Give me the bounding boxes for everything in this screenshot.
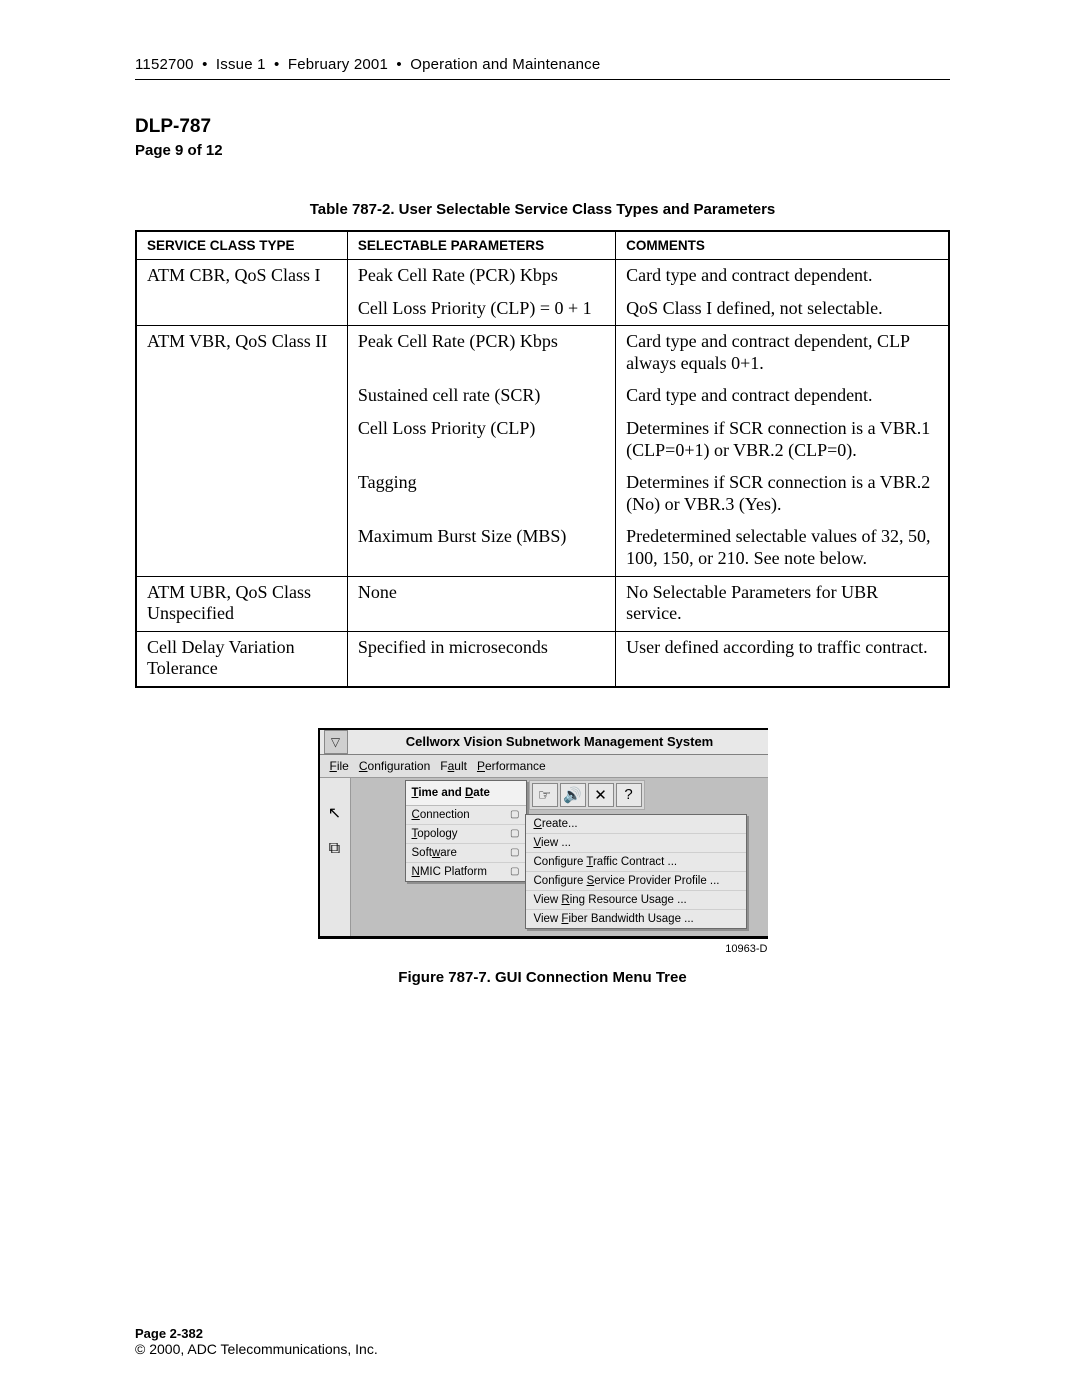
cell: Determines if SCR connection is a VBR.1 … bbox=[616, 413, 949, 467]
cell: Maximum Burst Size (MBS) bbox=[347, 521, 615, 576]
menu-file[interactable]: File bbox=[330, 759, 349, 773]
menubar: File Configuration Fault Performance bbox=[320, 755, 768, 778]
submenu-item-view[interactable]: View ... bbox=[526, 834, 746, 853]
menu-item-software[interactable]: Software ▢ bbox=[406, 844, 526, 863]
cell: Specified in microseconds bbox=[347, 631, 615, 687]
cell: Cell Delay Variation Tolerance bbox=[136, 631, 347, 687]
cell bbox=[136, 467, 347, 521]
system-menu-icon[interactable]: ▽ bbox=[324, 730, 348, 754]
submenu-arrow-icon: ▢ bbox=[510, 828, 519, 839]
table-row: Cell Loss Priority (CLP) = 0 + 1 QoS Cla… bbox=[136, 293, 949, 326]
header-rule bbox=[135, 79, 950, 80]
pointer-tool-icon[interactable]: ↖ bbox=[324, 802, 346, 824]
menu-item-label: Connection bbox=[412, 809, 470, 821]
cell: Peak Cell Rate (PCR) Kbps bbox=[347, 260, 615, 293]
table-row: Cell Delay Variation Tolerance Specified… bbox=[136, 631, 949, 687]
speaker-icon[interactable]: 🔊 bbox=[560, 783, 586, 807]
cell: None bbox=[347, 576, 615, 631]
table-row: Maximum Burst Size (MBS) Predetermined s… bbox=[136, 521, 949, 576]
menu-fault[interactable]: Fault bbox=[440, 759, 467, 773]
footer-page-number: Page 2-382 bbox=[135, 1326, 378, 1341]
cell: Cell Loss Priority (CLP) bbox=[347, 413, 615, 467]
tool-sidebar: ↖ ⧉ bbox=[320, 778, 351, 936]
table-row: ATM UBR, QoS Class Unspecified None No S… bbox=[136, 576, 949, 631]
table-row: Sustained cell rate (SCR) Card type and … bbox=[136, 380, 949, 413]
header-section: Operation and Maintenance bbox=[410, 56, 600, 73]
menu-item-topology[interactable]: Topology ▢ bbox=[406, 825, 526, 844]
connection-submenu: Create... View ... Configure Traffic Con… bbox=[525, 814, 747, 929]
gui-screenshot: ▽ Cellworx Vision Subnetwork Management … bbox=[318, 728, 768, 939]
table-row: Cell Loss Priority (CLP) Determines if S… bbox=[136, 413, 949, 467]
th-service-class: SERVICE CLASS TYPE bbox=[136, 231, 347, 260]
footer-copyright: © 2000, ADC Telecommunications, Inc. bbox=[135, 1341, 378, 1357]
cell: Peak Cell Rate (PCR) Kbps bbox=[347, 326, 615, 381]
submenu-item-create[interactable]: Create... bbox=[526, 815, 746, 834]
cell bbox=[136, 413, 347, 467]
figure-caption: Figure 787-7. GUI Connection Menu Tree bbox=[318, 969, 768, 986]
cell: Determines if SCR connection is a VBR.2 … bbox=[616, 467, 949, 521]
cell: Sustained cell rate (SCR) bbox=[347, 380, 615, 413]
submenu-item-view-fiber-bandwidth[interactable]: View Fiber Bandwidth Usage ... bbox=[526, 910, 746, 928]
page-footer: Page 2-382 © 2000, ADC Telecommunication… bbox=[135, 1326, 378, 1357]
header-docid: 1152700 bbox=[135, 56, 194, 73]
cell: Card type and contract dependent. bbox=[616, 260, 949, 293]
submenu-item-view-ring-resource[interactable]: View Ring Resource Usage ... bbox=[526, 891, 746, 910]
chart-icon[interactable]: ✕ bbox=[588, 783, 614, 807]
help-icon[interactable]: ? bbox=[616, 783, 642, 807]
cell: Card type and contract dependent. bbox=[616, 380, 949, 413]
menu-item-time-and-date[interactable]: Time and Date bbox=[406, 781, 526, 806]
submenu-item-configure-traffic-contract[interactable]: Configure Traffic Contract ... bbox=[526, 853, 746, 872]
table-row: ATM CBR, QoS Class I Peak Cell Rate (PCR… bbox=[136, 260, 949, 293]
th-comments: COMMENTS bbox=[616, 231, 949, 260]
gui-canvas: ☞ 🔊 ✕ ? Time and Date Connection ▢ bbox=[351, 778, 768, 936]
header-date: February 2001 bbox=[288, 56, 388, 73]
configuration-menu-dropdown: Time and Date Connection ▢ Topology ▢ So… bbox=[405, 780, 527, 882]
menu-configuration[interactable]: Configuration bbox=[359, 759, 430, 773]
cell: Predetermined selectable values of 32, 5… bbox=[616, 521, 949, 576]
menu-item-label: NMIC Platform bbox=[412, 866, 487, 878]
cell bbox=[136, 521, 347, 576]
th-parameters: SELECTABLE PARAMETERS bbox=[347, 231, 615, 260]
dlp-page: Page 9 of 12 bbox=[135, 142, 950, 159]
menu-item-connection[interactable]: Connection ▢ bbox=[406, 806, 526, 825]
cell bbox=[136, 293, 347, 326]
window-title: Cellworx Vision Subnetwork Management Sy… bbox=[352, 734, 768, 749]
hand-icon[interactable]: ☞ bbox=[532, 783, 558, 807]
header-issue: Issue 1 bbox=[216, 56, 266, 73]
cell: Tagging bbox=[347, 467, 615, 521]
submenu-arrow-icon: ▢ bbox=[510, 809, 519, 820]
cell: ATM UBR, QoS Class Unspecified bbox=[136, 576, 347, 631]
menu-item-label: Software bbox=[412, 847, 457, 859]
menu-item-label: Time and Date bbox=[412, 787, 490, 799]
window-titlebar: ▽ Cellworx Vision Subnetwork Management … bbox=[320, 730, 768, 755]
cell: ATM VBR, QoS Class II bbox=[136, 326, 347, 381]
submenu-item-configure-service-provider[interactable]: Configure Service Provider Profile ... bbox=[526, 872, 746, 891]
cell: Card type and contract dependent, CLP al… bbox=[616, 326, 949, 381]
toolbar: ☞ 🔊 ✕ ? bbox=[529, 780, 645, 810]
menu-item-label: Topology bbox=[412, 828, 458, 840]
cell: Cell Loss Priority (CLP) = 0 + 1 bbox=[347, 293, 615, 326]
menu-item-nmic-platform[interactable]: NMIC Platform ▢ bbox=[406, 863, 526, 881]
menu-performance[interactable]: Performance bbox=[477, 759, 546, 773]
dlp-number: DLP-787 bbox=[135, 116, 950, 138]
copy-tool-icon[interactable]: ⧉ bbox=[324, 838, 346, 860]
table-row: ATM VBR, QoS Class II Peak Cell Rate (PC… bbox=[136, 326, 949, 381]
running-header: 1152700 • Issue 1 • February 2001 • Oper… bbox=[135, 56, 950, 73]
table-caption: Table 787-2. User Selectable Service Cla… bbox=[135, 201, 950, 218]
cell: QoS Class I defined, not selectable. bbox=[616, 293, 949, 326]
submenu-arrow-icon: ▢ bbox=[510, 866, 519, 877]
figure-id: 10963-D bbox=[318, 943, 768, 955]
table-row: Tagging Determines if SCR connection is … bbox=[136, 467, 949, 521]
cell bbox=[136, 380, 347, 413]
cell: No Selectable Parameters for UBR service… bbox=[616, 576, 949, 631]
service-class-table: SERVICE CLASS TYPE SELECTABLE PARAMETERS… bbox=[135, 230, 950, 688]
cell: ATM CBR, QoS Class I bbox=[136, 260, 347, 293]
cell: User defined according to traffic contra… bbox=[616, 631, 949, 687]
submenu-arrow-icon: ▢ bbox=[510, 847, 519, 858]
table-header-row: SERVICE CLASS TYPE SELECTABLE PARAMETERS… bbox=[136, 231, 949, 260]
